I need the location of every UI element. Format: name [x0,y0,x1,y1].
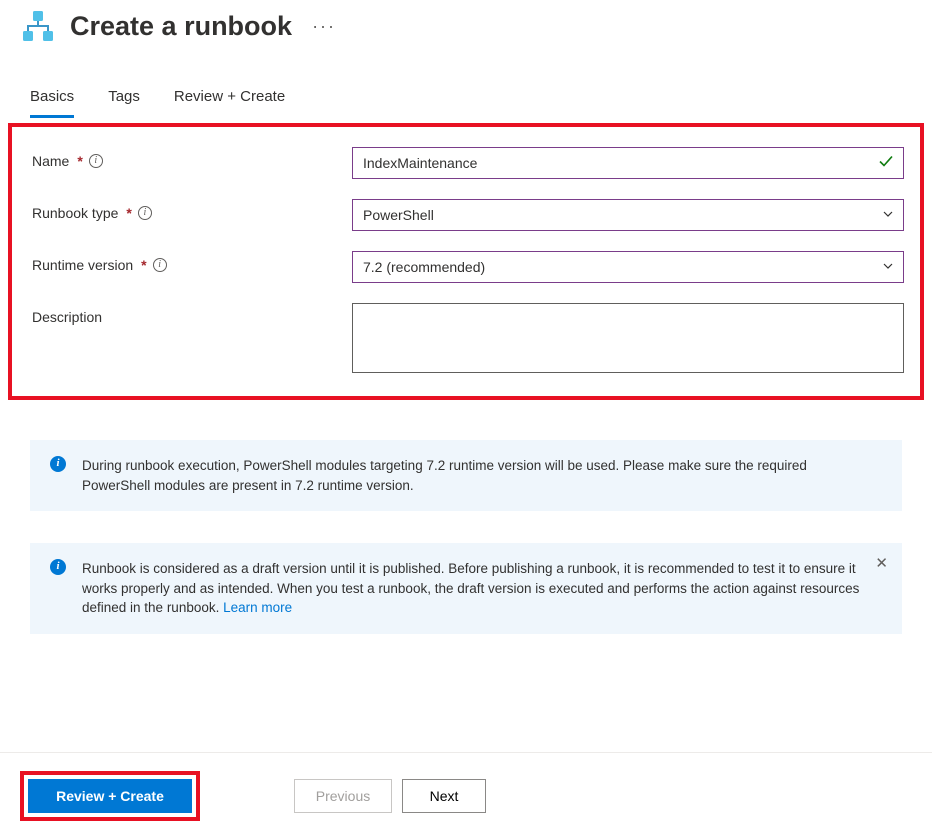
info-icon[interactable]: i [138,206,152,220]
runbook-type-value: PowerShell [363,207,434,223]
close-icon[interactable]: ✕ [875,553,888,575]
runtime-version-value: 7.2 (recommended) [363,259,485,275]
required-indicator: * [77,153,82,169]
runbook-type-select-wrap: PowerShell [352,199,904,231]
name-label: Name [32,153,69,169]
next-button[interactable]: Next [402,779,486,813]
description-textarea-wrap [352,303,904,376]
info-icon[interactable]: i [153,258,167,272]
name-label-wrap: Name * i [32,147,352,169]
required-indicator: * [141,257,146,273]
description-textarea[interactable] [352,303,904,373]
name-input[interactable] [352,147,904,179]
tab-review-create[interactable]: Review + Create [174,84,285,118]
tab-tags[interactable]: Tags [108,84,140,118]
runtime-info-text: During runbook execution, PowerShell mod… [82,458,807,493]
info-icon: i [50,456,66,472]
name-input-wrap [352,147,904,179]
required-indicator: * [126,205,131,221]
description-label: Description [32,309,102,325]
basics-form-panel: Name * i Runbook type * i PowerShell [8,123,924,400]
tab-basics[interactable]: Basics [30,84,74,118]
valid-check-icon [878,154,894,173]
page-title: Create a runbook [70,11,292,42]
page-header: Create a runbook ··· [0,0,932,54]
runbook-type-select[interactable]: PowerShell [352,199,904,231]
learn-more-link[interactable]: Learn more [223,600,292,615]
runtime-version-select-wrap: 7.2 (recommended) [352,251,904,283]
description-label-wrap: Description [32,303,352,325]
review-create-button[interactable]: Review + Create [28,779,192,813]
runtime-version-label-wrap: Runtime version * i [32,251,352,273]
form-row-runtime-version: Runtime version * i 7.2 (recommended) [32,251,904,283]
more-actions-button[interactable]: ··· [306,16,342,37]
runbook-type-label: Runbook type [32,205,118,221]
runtime-version-select[interactable]: 7.2 (recommended) [352,251,904,283]
form-row-runbook-type: Runbook type * i PowerShell [32,199,904,231]
previous-button: Previous [294,779,392,813]
info-icon: i [50,559,66,575]
form-row-description: Description [32,303,904,376]
draft-info-callout: i Runbook is considered as a draft versi… [30,543,902,634]
draft-info-text: Runbook is considered as a draft version… [82,561,859,615]
runtime-info-callout: i During runbook execution, PowerShell m… [30,440,902,511]
footer-bar: Review + Create Previous Next [0,752,932,835]
runbook-hierarchy-icon [20,8,56,44]
tabs-bar: Basics Tags Review + Create [0,54,932,119]
review-create-highlight: Review + Create [20,771,200,821]
info-icon[interactable]: i [89,154,103,168]
form-row-name: Name * i [32,147,904,179]
runtime-version-label: Runtime version [32,257,133,273]
runbook-type-label-wrap: Runbook type * i [32,199,352,221]
